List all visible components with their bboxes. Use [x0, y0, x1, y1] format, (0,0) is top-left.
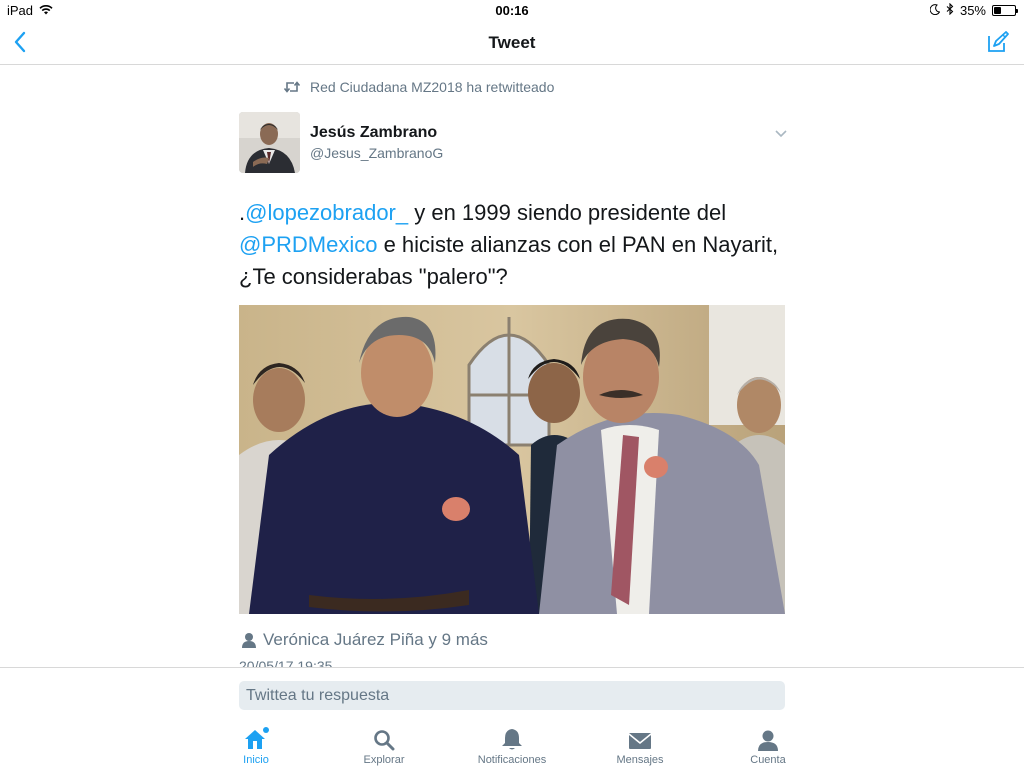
envelope-icon [590, 725, 690, 751]
status-bar: iPad 00:16 35% [0, 0, 1024, 22]
person-icon [718, 725, 818, 751]
author-name[interactable]: Jesús Zambrano [310, 124, 437, 142]
tab-label: Notificaciones [477, 754, 547, 766]
liked-by-text: Verónica Juárez Piña y 9 más [263, 630, 488, 649]
home-icon [206, 725, 306, 751]
battery-icon [992, 5, 1018, 16]
battery-percent: 35% [959, 3, 986, 18]
tweet-photo[interactable] [239, 305, 785, 614]
tab-notificaciones[interactable]: Notificaciones [462, 725, 562, 768]
tab-mensajes[interactable]: Mensajes [590, 725, 690, 768]
page-title: Tweet [488, 33, 536, 52]
tab-label: Explorar [363, 754, 405, 766]
tab-label: Cuenta [750, 754, 786, 766]
tab-label: Inicio [243, 754, 269, 766]
navigation-bar: Tweet [0, 22, 1024, 65]
tab-bar: Inicio Explorar Notificaciones Mensajes … [0, 725, 1024, 768]
tab-cuenta[interactable]: Cuenta [718, 725, 818, 768]
mention-link[interactable]: @lopezobrador_ [245, 200, 408, 225]
tab-explorar[interactable]: Explorar [334, 725, 434, 768]
author-avatar[interactable] [239, 112, 300, 173]
liked-by[interactable]: Verónica Juárez Piña y 9 más [241, 630, 488, 650]
retweet-icon [284, 81, 300, 93]
retweet-context[interactable]: Red Ciudadana MZ2018 ha retwitteado [284, 79, 554, 95]
reply-input[interactable]: Twittea tu respuesta [239, 681, 785, 710]
tweet-text: .@lopezobrador_ y en 1999 siendo preside… [239, 197, 799, 293]
status-time: 00:16 [495, 3, 529, 18]
author-handle[interactable]: @Jesus_ZambranoG [310, 145, 443, 161]
tab-label: Mensajes [616, 754, 664, 766]
compose-tweet-button[interactable] [984, 28, 1012, 56]
mention-link[interactable]: @PRDMexico [239, 232, 377, 257]
bell-icon [462, 725, 562, 751]
battery-level [994, 7, 1001, 14]
compose-icon [988, 31, 1009, 52]
search-icon [334, 725, 434, 751]
moon-icon [929, 3, 941, 18]
person-icon [242, 633, 256, 648]
tab-inicio[interactable]: Inicio [206, 725, 306, 768]
bluetooth-icon [946, 2, 954, 18]
chevron-down-icon [775, 130, 787, 138]
tweet-options-button[interactable] [772, 126, 790, 142]
status-right: 35% [929, 2, 1018, 18]
tweet-text-middle: y en 1999 siendo presidente del [408, 200, 727, 225]
retweeted-by-text: Red Ciudadana MZ2018 ha retwitteado [310, 79, 555, 95]
bottom-panel: Twittea tu respuesta Inicio Explorar Not… [0, 667, 1024, 768]
